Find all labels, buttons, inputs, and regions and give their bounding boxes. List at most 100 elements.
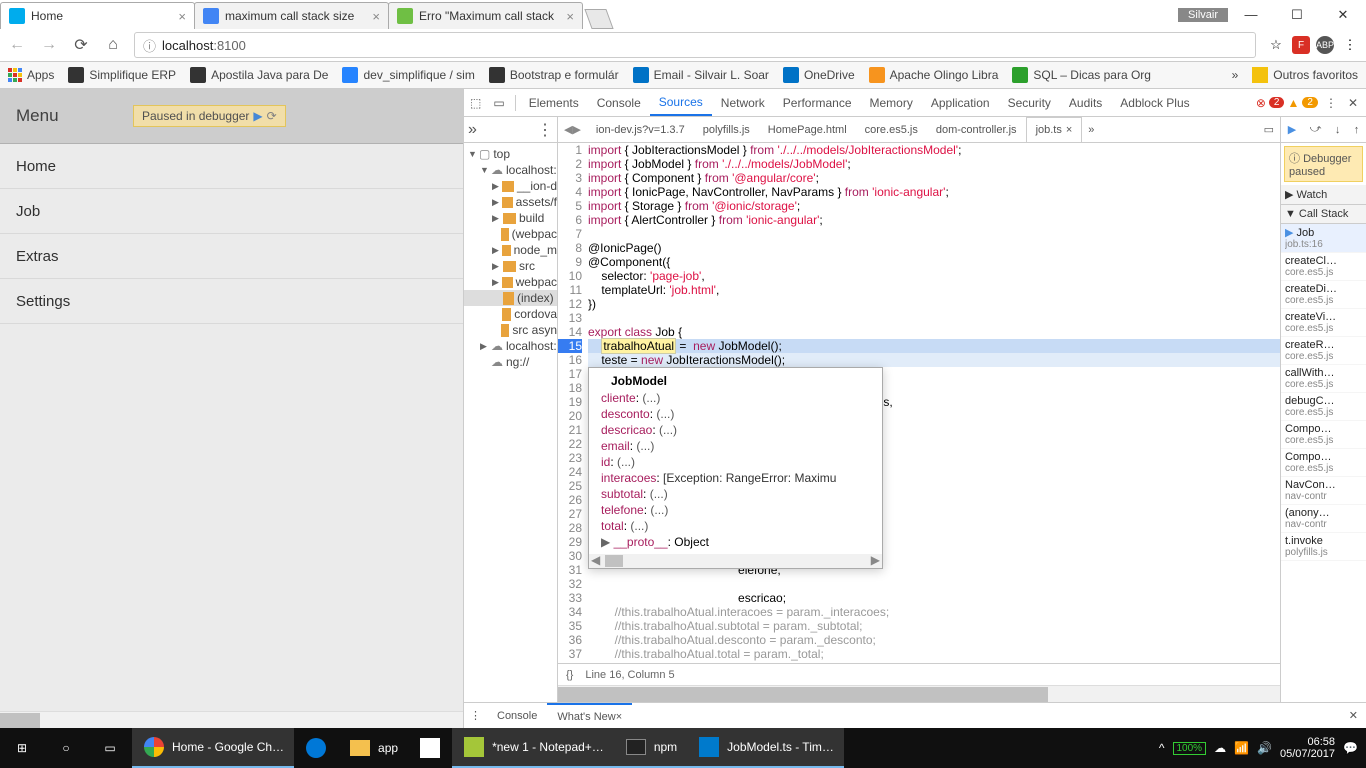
extension-icon[interactable]: F [1292,36,1310,54]
taskbar-item[interactable]: Home - Google Ch… [132,728,294,768]
devtools-tab[interactable]: Security [999,89,1060,116]
browser-tab[interactable]: maximum call stack size× [194,2,389,29]
extension-icon[interactable]: ABP [1316,36,1334,54]
file-tab[interactable]: HomePage.html [759,117,856,142]
bookmark-item[interactable]: dev_simplifique / sim [342,67,474,83]
close-file-icon[interactable]: × [1066,124,1072,136]
tree-node[interactable]: ▶node_m [464,242,557,258]
devtools-close-icon[interactable]: ✕ [1344,96,1362,110]
callstack-frame[interactable]: Compo…core.es5.js [1281,421,1366,449]
callstack-frame[interactable]: debugC…core.es5.js [1281,393,1366,421]
volume-icon[interactable]: 🔊 [1257,741,1272,755]
back-button[interactable]: ← [6,34,28,56]
tree-node[interactable]: (index) [464,290,557,306]
bookmark-item[interactable]: Bootstrap e formulár [489,67,619,83]
menu-item[interactable]: Extras [0,234,463,279]
tree-node[interactable]: ▶src [464,258,557,274]
step-out-button[interactable]: ↑ [1354,124,1360,136]
minimize-button[interactable]: — [1228,0,1274,29]
tray-icon[interactable]: ^ [1159,741,1165,755]
resume-icon[interactable]: ▶ [253,109,262,123]
tree-node[interactable]: ▶assets/f [464,194,557,210]
callstack-frame[interactable]: t.invokepolyfills.js [1281,533,1366,561]
tree-node[interactable]: ▶webpac [464,274,557,290]
reload-button[interactable]: ⟳ [70,34,92,56]
history-back-icon[interactable]: ◀▶ [558,123,587,136]
step-over-button[interactable]: ⤻ [1310,123,1322,136]
devtools-tab[interactable]: Console [588,89,650,116]
menu-icon[interactable]: ⋮ [1340,35,1360,55]
drawer-tab[interactable]: What's New × [547,703,632,728]
taskbar-item[interactable]: npm [614,728,687,768]
close-tab-icon[interactable]: × [178,9,186,24]
callstack-frame[interactable]: NavCon…nav-contr [1281,477,1366,505]
devtools-tab[interactable]: Adblock Plus [1111,89,1198,116]
browser-tab[interactable]: Home× [0,2,195,29]
bookmark-item[interactable]: Apps [8,68,54,82]
devtools-tab[interactable]: Application [922,89,999,116]
home-button[interactable]: ⌂ [102,34,124,56]
devtools-tab[interactable]: Sources [650,89,712,116]
menu-item[interactable]: Job [0,189,463,234]
bookmark-item[interactable]: Simplifique ERP [68,67,176,83]
taskbar-item[interactable]: JobModel.ts - Tim… [687,728,844,768]
cortana-button[interactable]: ○ [44,728,88,768]
bookmark-item[interactable]: OneDrive [783,67,855,83]
taskbar-item[interactable] [294,728,338,768]
taskbar-item[interactable] [408,728,452,768]
tree-node[interactable]: ▼☁localhost: [464,162,557,178]
bookmark-item[interactable]: Apostila Java para De [190,67,328,83]
callstack-frame[interactable]: callWith…core.es5.js [1281,365,1366,393]
tree-node[interactable]: (webpac [464,226,557,242]
bookmark-item[interactable]: Apache Olingo Libra [869,67,999,83]
devtools-tab[interactable]: Network [712,89,774,116]
tree-node[interactable]: src asyn [464,322,557,338]
other-bookmarks[interactable]: Outros favoritos [1252,67,1358,83]
file-tab[interactable]: polyfills.js [694,117,759,142]
bookmarks-overflow[interactable]: » [1232,68,1239,82]
file-tab[interactable]: core.es5.js [856,117,927,142]
drawer-menu-icon[interactable]: ⋮ [464,709,487,722]
step-icon[interactable]: ⟳ [267,109,277,123]
callstack-frame[interactable]: createR…core.es5.js [1281,337,1366,365]
device-toggle-icon[interactable]: ▭ [487,89,510,116]
bookmark-item[interactable]: Email - Silvair L. Soar [633,67,769,83]
callstack-frame[interactable]: createDi…core.es5.js [1281,281,1366,309]
code-editor[interactable]: 1234567891011121314151617181920212223242… [558,143,1280,663]
devtools-tab[interactable]: Audits [1060,89,1111,116]
tree-node[interactable]: ▶build [464,210,557,226]
tree-node[interactable]: cordova [464,306,557,322]
notifications-icon[interactable]: 💬 [1343,741,1358,755]
file-tab[interactable]: job.ts × [1026,117,1083,142]
devtools-tab[interactable]: Elements [520,89,588,116]
close-tab-icon[interactable]: × [372,9,380,24]
close-tab-icon[interactable]: × [566,9,574,24]
tree-node[interactable]: ▶__ion-d [464,178,557,194]
taskbar-item[interactable]: *new 1 - Notepad+… [452,728,614,768]
profile-badge[interactable]: Silvair [1178,8,1228,22]
menu-item[interactable]: Settings [0,279,463,324]
clock[interactable]: 06:58 05/07/2017 [1280,736,1335,760]
taskbar-item[interactable]: app [338,728,408,768]
tree-node[interactable]: ▼▢top [464,146,557,162]
network-icon[interactable]: 📶 [1234,741,1249,755]
tree-node[interactable]: ▶☁localhost: [464,338,557,354]
callstack-frame[interactable]: createCl…core.es5.js [1281,253,1366,281]
callstack-frame[interactable]: Compo…core.es5.js [1281,449,1366,477]
menu-item[interactable]: Home [0,144,463,189]
drawer-tab[interactable]: Console [487,703,547,728]
editor-layout-icon[interactable]: ▭ [1258,123,1280,136]
close-button[interactable]: ✕ [1320,0,1366,29]
step-into-button[interactable]: ↓ [1335,124,1341,136]
file-tab[interactable]: dom-controller.js [927,117,1026,142]
bookmark-item[interactable]: SQL – Dicas para Org [1012,67,1151,83]
navigator-menu-icon[interactable]: » [468,121,477,139]
callstack-frame[interactable]: createVi…core.es5.js [1281,309,1366,337]
devtools-menu-icon[interactable]: ⋮ [1321,96,1341,110]
drawer-close-icon[interactable]: ✕ [1341,709,1366,722]
devtools-tab[interactable]: Memory [861,89,922,116]
tree-node[interactable]: ☁ng:// [464,354,557,370]
star-icon[interactable]: ☆ [1266,35,1286,55]
file-tab[interactable]: ion-dev.js?v=1.3.7 [587,117,694,142]
tabs-overflow-icon[interactable]: » [1082,124,1100,136]
